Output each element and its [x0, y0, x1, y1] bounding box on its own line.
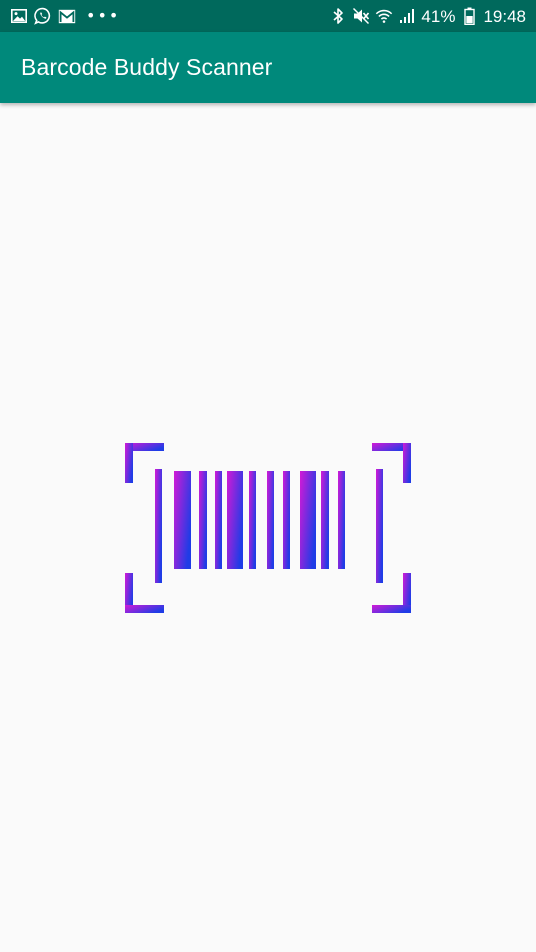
app-screen: ••• 41% 19:48 Barcode Buddy Scanner [0, 0, 536, 952]
status-bar: ••• 41% 19:48 [0, 0, 536, 32]
app-bar: Barcode Buddy Scanner [0, 32, 536, 103]
whatsapp-icon [34, 7, 52, 25]
more-notifications-icon: ••• [86, 6, 121, 25]
image-icon [10, 7, 28, 25]
mute-icon [352, 7, 370, 25]
clock: 19:48 [483, 6, 526, 26]
app-title: Barcode Buddy Scanner [21, 54, 273, 80]
gmail-icon [58, 7, 76, 25]
wifi-icon [375, 7, 393, 25]
battery-icon [460, 7, 478, 25]
bluetooth-icon [329, 7, 347, 25]
notification-icons: ••• [10, 0, 120, 32]
signal-icon [398, 7, 416, 25]
system-icons: 41% 19:48 [329, 0, 526, 32]
battery-percent: 41% [421, 6, 456, 26]
barcode-scanner-icon [122, 440, 414, 616]
